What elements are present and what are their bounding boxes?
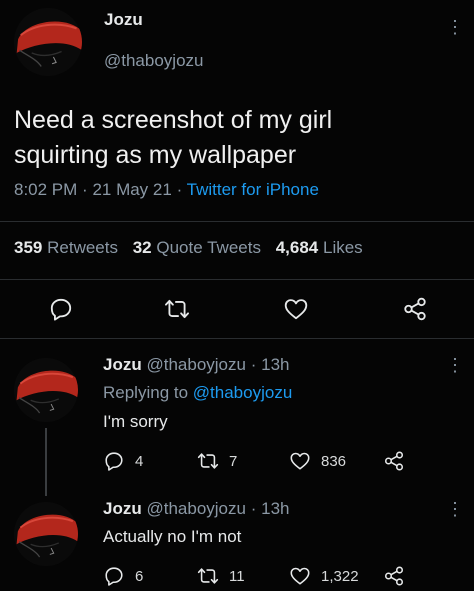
like-icon[interactable] bbox=[289, 565, 311, 587]
likes-stat[interactable]: 4,684 Likes bbox=[276, 238, 363, 257]
reply-count: 6 bbox=[135, 568, 144, 585]
retweets-stat[interactable]: 359 Retweets bbox=[14, 238, 123, 257]
main-display-name[interactable]: Jozu bbox=[104, 10, 143, 30]
quotes-label: Quote Tweets bbox=[156, 238, 261, 257]
reply-handle[interactable]: @thaboyjozu bbox=[146, 499, 246, 518]
reply-age[interactable]: 13h bbox=[261, 499, 289, 518]
reply-actions: 6 11 1,322 bbox=[103, 565, 423, 589]
retweet-icon[interactable] bbox=[197, 565, 219, 587]
main-tweet-text-line1: Need a screenshot of my girl bbox=[14, 106, 333, 134]
reply-avatar[interactable] bbox=[14, 502, 78, 566]
reply-handle[interactable]: @thaboyjozu bbox=[146, 355, 246, 374]
main-date[interactable]: 21 May 21 bbox=[92, 180, 171, 199]
quotes-stat[interactable]: 32 Quote Tweets bbox=[133, 238, 266, 257]
retweet-count: 7 bbox=[229, 453, 238, 470]
like-count: 1,322 bbox=[321, 568, 359, 585]
retweet-count: 11 bbox=[229, 568, 245, 585]
share-icon[interactable] bbox=[383, 450, 405, 472]
reply-header: Jozu @thaboyjozu · 13h bbox=[103, 355, 289, 375]
main-time[interactable]: 8:02 PM bbox=[14, 180, 77, 199]
reply-count: 4 bbox=[135, 453, 144, 470]
engagement-stats: 359 Retweets 32 Quote Tweets 4,684 Likes bbox=[14, 238, 363, 258]
main-timestamp-row: 8:02 PM · 21 May 21 · Twitter for iPhone bbox=[14, 180, 319, 200]
like-icon[interactable] bbox=[289, 450, 311, 472]
reply-icon[interactable] bbox=[103, 450, 125, 472]
main-tweet-text: Need a screenshot of my girl squirting a… bbox=[14, 103, 332, 173]
reply-avatar[interactable] bbox=[14, 358, 78, 422]
divider bbox=[0, 221, 474, 222]
reply-display-name[interactable]: Jozu bbox=[103, 499, 142, 518]
separator-dot: · bbox=[176, 180, 187, 199]
reply-actions: 4 7 836 bbox=[103, 450, 423, 474]
divider bbox=[0, 338, 474, 339]
reply-header: Jozu @thaboyjozu · 13h bbox=[103, 499, 289, 519]
thread-connector-line bbox=[45, 428, 47, 496]
main-handle[interactable]: @thaboyjozu bbox=[104, 51, 204, 71]
separator-dot: · bbox=[82, 180, 93, 199]
likes-label: Likes bbox=[322, 238, 363, 257]
main-tweet-text-line2: squirting as my wallpaper bbox=[14, 141, 297, 169]
reply-text: Actually no I'm not bbox=[103, 527, 242, 546]
retweets-label: Retweets bbox=[47, 238, 118, 257]
share-icon[interactable] bbox=[402, 296, 428, 322]
reply-text: I'm sorry bbox=[103, 412, 168, 431]
reply-age[interactable]: 13h bbox=[261, 355, 289, 374]
like-icon[interactable] bbox=[283, 296, 309, 322]
main-source[interactable]: Twitter for iPhone bbox=[187, 180, 319, 199]
retweet-icon[interactable] bbox=[164, 296, 190, 322]
like-count: 836 bbox=[321, 453, 347, 470]
replying-to-prefix: Replying to bbox=[103, 383, 189, 402]
separator-dot: · bbox=[250, 499, 257, 518]
quotes-count: 32 bbox=[132, 238, 152, 257]
separator-dot: · bbox=[250, 355, 257, 374]
likes-count: 4,684 bbox=[275, 238, 319, 257]
reply-more-icon[interactable]: ⋮ bbox=[446, 356, 464, 374]
divider bbox=[0, 279, 474, 280]
retweets-count: 359 bbox=[14, 238, 43, 257]
reply-more-icon[interactable]: ⋮ bbox=[446, 500, 464, 518]
reply-icon[interactable] bbox=[48, 296, 74, 322]
main-more-icon[interactable]: ⋮ bbox=[446, 18, 464, 36]
replying-to-handle[interactable]: @thaboyjozu bbox=[193, 383, 293, 402]
reply-display-name[interactable]: Jozu bbox=[103, 355, 142, 374]
replying-to: Replying to @thaboyjozu bbox=[103, 383, 292, 403]
share-icon[interactable] bbox=[383, 565, 405, 587]
reply-icon[interactable] bbox=[103, 565, 125, 587]
main-avatar[interactable] bbox=[14, 8, 82, 76]
retweet-icon[interactable] bbox=[197, 450, 219, 472]
